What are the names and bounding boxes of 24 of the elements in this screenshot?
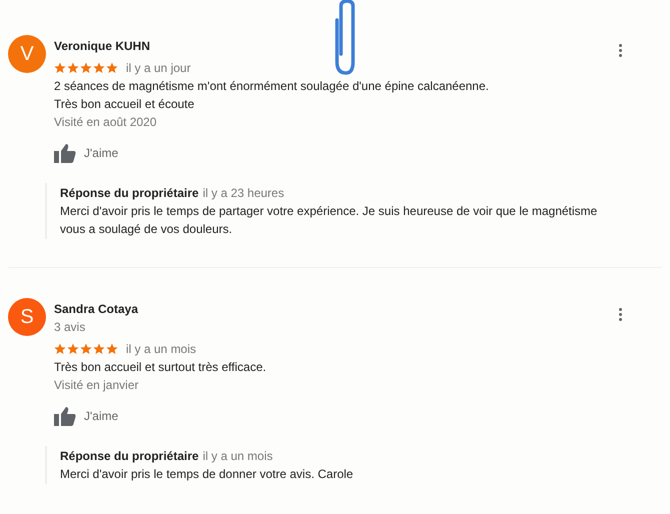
visit-date: Visité en janvier xyxy=(54,377,138,394)
owner-response-label: Réponse du propriétaire xyxy=(60,185,199,202)
review-time: il y a un jour xyxy=(126,60,191,77)
review-text: Très bon accueil et écoute xyxy=(54,96,194,113)
more-options-icon[interactable] xyxy=(617,306,624,323)
response-time: il y a un mois xyxy=(202,448,273,465)
avatar: V xyxy=(8,35,46,73)
review-text: Très bon accueil et surtout très efficace. xyxy=(54,359,266,376)
response-text: Merci d'avoir pris le temps de partager votre expérience. Je suis heureuse de voir que le magnétisme vous a soulagé de vos douleurs. xyxy=(60,203,598,238)
like-button[interactable]: J'aime xyxy=(54,406,118,426)
review-text: 2 séances de magnétisme m'ont énormément soulagée d'une épine calcanéenne. xyxy=(54,78,489,95)
thumbs-up-icon xyxy=(54,143,76,163)
owner-response-label: Réponse du propriétaire xyxy=(60,448,199,465)
response-text: Merci d'avoir pris le temps de donner votre avis. Carole xyxy=(60,466,354,483)
visit-date: Visité en août 2020 xyxy=(54,114,157,131)
like-button[interactable]: J'aime xyxy=(54,143,118,163)
response-time: il y a 23 heures xyxy=(202,185,284,202)
review-count: 3 avis xyxy=(54,319,86,336)
avatar: S xyxy=(8,298,46,336)
reviewer-name: Veronique KUHN xyxy=(54,38,150,55)
thumbs-up-icon xyxy=(54,406,76,426)
more-options-icon[interactable] xyxy=(617,42,624,59)
review-time: il y a un mois xyxy=(126,341,196,358)
reviewer-name: Sandra Cotaya xyxy=(54,301,138,318)
